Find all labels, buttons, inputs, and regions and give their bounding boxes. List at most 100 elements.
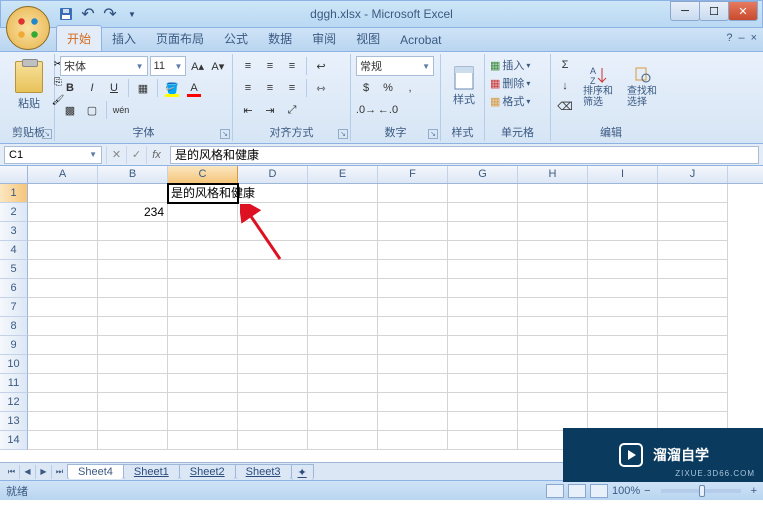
row-header[interactable]: 13 xyxy=(0,412,28,431)
cell-B14[interactable] xyxy=(98,431,168,450)
autosum-icon[interactable]: Σ xyxy=(556,56,574,75)
bold-button[interactable]: B xyxy=(60,78,80,98)
fill-icon[interactable]: ↓ xyxy=(556,77,574,96)
cell-A5[interactable] xyxy=(28,260,98,279)
cell-J10[interactable] xyxy=(658,355,728,374)
cell-F8[interactable] xyxy=(378,317,448,336)
percent-icon[interactable]: % xyxy=(378,78,398,98)
increase-decimal-icon[interactable]: .0→ xyxy=(356,100,376,120)
cell-H11[interactable] xyxy=(518,374,588,393)
tab-view[interactable]: 视图 xyxy=(346,26,390,51)
col-header-J[interactable]: J xyxy=(658,166,728,183)
cell-B8[interactable] xyxy=(98,317,168,336)
cell-C13[interactable] xyxy=(168,412,238,431)
cell-C3[interactable] xyxy=(168,222,238,241)
row-header[interactable]: 10 xyxy=(0,355,28,374)
cell-G5[interactable] xyxy=(448,260,518,279)
cell-E6[interactable] xyxy=(308,279,378,298)
doc-close-icon[interactable]: × xyxy=(751,32,757,44)
cell-H4[interactable] xyxy=(518,241,588,260)
cell-D6[interactable] xyxy=(238,279,308,298)
cell-E8[interactable] xyxy=(308,317,378,336)
cell-I10[interactable] xyxy=(588,355,658,374)
formula-input[interactable]: 是的风格和健康 xyxy=(170,146,759,164)
cell-D4[interactable] xyxy=(238,241,308,260)
underline-button[interactable]: U xyxy=(104,78,124,98)
cell-C8[interactable] xyxy=(168,317,238,336)
cell-D11[interactable] xyxy=(238,374,308,393)
cell-E11[interactable] xyxy=(308,374,378,393)
cell-C5[interactable] xyxy=(168,260,238,279)
zoom-out-button[interactable]: − xyxy=(644,485,650,497)
cell-F13[interactable] xyxy=(378,412,448,431)
col-header-G[interactable]: G xyxy=(448,166,518,183)
cell-J1[interactable] xyxy=(658,184,728,203)
cell-F14[interactable] xyxy=(378,431,448,450)
sheet-nav-next-icon[interactable]: ▶ xyxy=(36,465,52,479)
cell-B7[interactable] xyxy=(98,298,168,317)
row-header[interactable]: 8 xyxy=(0,317,28,336)
col-header-D[interactable]: D xyxy=(238,166,308,183)
row-header[interactable]: 9 xyxy=(0,336,28,355)
sheet-tab-Sheet1[interactable]: Sheet1 xyxy=(123,464,180,479)
currency-icon[interactable]: $ xyxy=(356,78,376,98)
border-outline-icon[interactable]: ▢ xyxy=(82,100,102,120)
cancel-formula-icon[interactable]: ✕ xyxy=(106,146,126,164)
format-cells-button[interactable]: ▦格式▾ xyxy=(490,92,545,110)
cell-A4[interactable] xyxy=(28,241,98,260)
row-header[interactable]: 5 xyxy=(0,260,28,279)
view-page-break-icon[interactable] xyxy=(590,484,608,498)
cell-J4[interactable] xyxy=(658,241,728,260)
tab-page-layout[interactable]: 页面布局 xyxy=(146,26,214,51)
cell-G12[interactable] xyxy=(448,393,518,412)
cell-G2[interactable] xyxy=(448,203,518,222)
font-dialog-launcher[interactable]: ↘ xyxy=(220,129,230,139)
cell-F11[interactable] xyxy=(378,374,448,393)
cell-E5[interactable] xyxy=(308,260,378,279)
cell-H12[interactable] xyxy=(518,393,588,412)
cell-D2[interactable] xyxy=(238,203,308,222)
minimize-button[interactable]: ─ xyxy=(670,1,700,21)
view-page-layout-icon[interactable] xyxy=(568,484,586,498)
sheet-nav-last-icon[interactable]: ⏭ xyxy=(52,465,68,479)
decrease-decimal-icon[interactable]: ←.0 xyxy=(378,100,398,120)
col-header-I[interactable]: I xyxy=(588,166,658,183)
cell-F9[interactable] xyxy=(378,336,448,355)
qat-dropdown-icon[interactable]: ▼ xyxy=(123,5,141,23)
row-header[interactable]: 3 xyxy=(0,222,28,241)
cell-B10[interactable] xyxy=(98,355,168,374)
decrease-font-icon[interactable]: A▾ xyxy=(209,56,227,76)
cell-E9[interactable] xyxy=(308,336,378,355)
cell-E4[interactable] xyxy=(308,241,378,260)
view-normal-icon[interactable] xyxy=(546,484,564,498)
cell-I1[interactable] xyxy=(588,184,658,203)
cell-I12[interactable] xyxy=(588,393,658,412)
cell-A2[interactable] xyxy=(28,203,98,222)
tab-data[interactable]: 数据 xyxy=(258,26,302,51)
cell-A7[interactable] xyxy=(28,298,98,317)
decrease-indent-icon[interactable]: ⇤ xyxy=(238,100,258,120)
number-dialog-launcher[interactable]: ↘ xyxy=(428,129,438,139)
cell-J12[interactable] xyxy=(658,393,728,412)
sheet-tab-Sheet4[interactable]: Sheet4 xyxy=(67,464,124,479)
align-center-icon[interactable]: ≡ xyxy=(260,78,280,98)
sort-filter-button[interactable]: AZ 排序和 筛选 xyxy=(578,56,618,116)
cell-E14[interactable] xyxy=(308,431,378,450)
increase-indent-icon[interactable]: ⇥ xyxy=(260,100,280,120)
cell-A9[interactable] xyxy=(28,336,98,355)
cell-G3[interactable] xyxy=(448,222,518,241)
cell-A3[interactable] xyxy=(28,222,98,241)
align-top-icon[interactable]: ≡ xyxy=(238,56,258,76)
sheet-tab-Sheet2[interactable]: Sheet2 xyxy=(179,464,236,479)
cell-I4[interactable] xyxy=(588,241,658,260)
cell-D3[interactable] xyxy=(238,222,308,241)
cell-I3[interactable] xyxy=(588,222,658,241)
font-color-icon[interactable]: A xyxy=(184,78,204,98)
cell-H5[interactable] xyxy=(518,260,588,279)
cell-J9[interactable] xyxy=(658,336,728,355)
cell-C14[interactable] xyxy=(168,431,238,450)
cell-E1[interactable] xyxy=(308,184,378,203)
maximize-button[interactable]: ☐ xyxy=(699,1,729,21)
cell-E10[interactable] xyxy=(308,355,378,374)
cell-E3[interactable] xyxy=(308,222,378,241)
